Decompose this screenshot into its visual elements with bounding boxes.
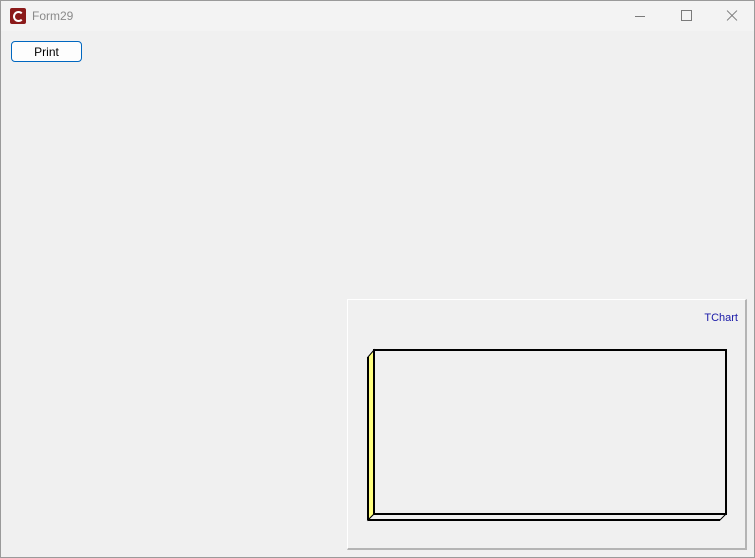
close-button[interactable] [709, 1, 755, 31]
minimize-button[interactable] [617, 1, 663, 31]
maximize-button[interactable] [663, 1, 709, 31]
window-title: Form29 [32, 9, 74, 23]
app-c-icon [10, 8, 26, 24]
chart-back-wall [373, 349, 727, 515]
print-button[interactable]: Print [11, 41, 82, 62]
tchart-panel: TChart [347, 299, 747, 550]
form-window: Form29 Print TChart [0, 0, 755, 558]
title-bar[interactable]: Form29 [1, 1, 754, 31]
chart-canvas [366, 348, 728, 522]
